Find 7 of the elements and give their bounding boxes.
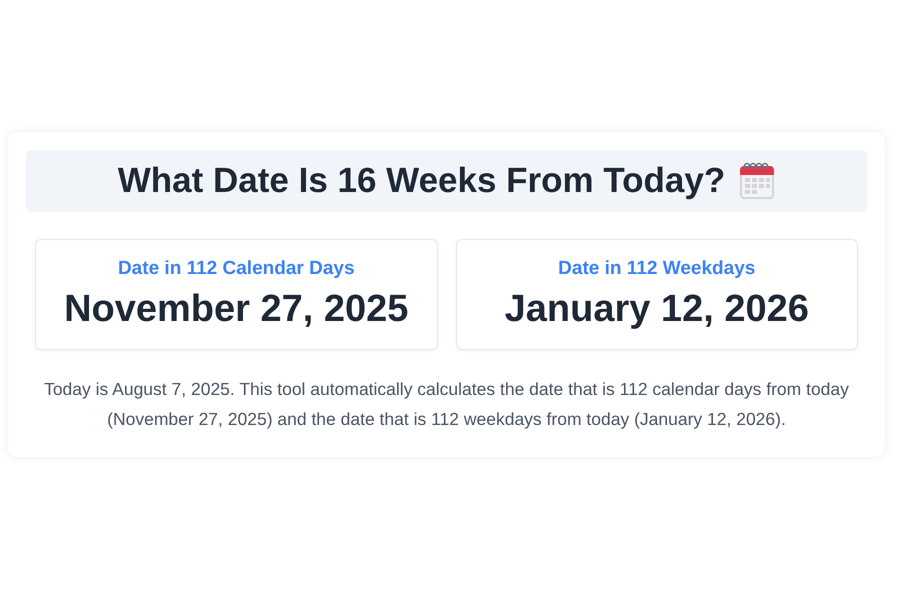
result-date: January 12, 2026 (504, 288, 809, 331)
result-label: Date in 112 Calendar Days (118, 258, 355, 280)
result-date: November 27, 2025 (64, 288, 408, 331)
page-title: What Date Is 16 Weeks From Today? (118, 161, 726, 201)
result-label: Date in 112 Weekdays (558, 258, 756, 280)
description-text: Today is August 7, 2025. This tool automatically calculates the date that is 112 calendar days from today (November 27, 2025) and the date that is 112 weekdays from today (January 12, 2026). (43, 378, 850, 431)
calendar-icon (739, 162, 776, 200)
